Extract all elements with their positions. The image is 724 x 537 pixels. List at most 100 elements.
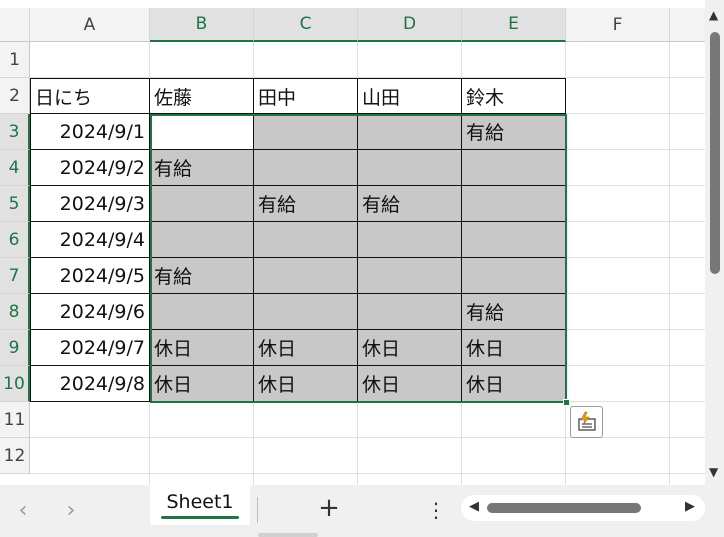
- table-cell[interactable]: 休日: [462, 366, 566, 402]
- table-cell[interactable]: 休日: [462, 330, 566, 366]
- row-header-12[interactable]: 12: [0, 438, 30, 474]
- table-cell[interactable]: [150, 294, 254, 330]
- vertical-scrollbar[interactable]: ▲ ▼: [705, 0, 724, 485]
- date-cell[interactable]: 2024/9/3: [30, 186, 150, 222]
- spreadsheet-grid[interactable]: A B C D E F 1 2 3 4 5 6 7 8 9 10 11 12 日にち 佐藤 田中 山田 鈴木 2024/9/1…: [0, 0, 705, 485]
- quick-analysis-icon[interactable]: [570, 406, 603, 438]
- table-header-cell[interactable]: 佐藤: [150, 78, 254, 114]
- table-cell[interactable]: [254, 222, 358, 258]
- column-header-c[interactable]: C: [254, 8, 358, 42]
- cell[interactable]: [150, 402, 254, 438]
- cell[interactable]: [670, 42, 705, 78]
- more-options-icon[interactable]: ⋮: [424, 495, 448, 525]
- date-cell[interactable]: 2024/9/7: [30, 330, 150, 366]
- table-cell[interactable]: [358, 222, 462, 258]
- table-cell[interactable]: [358, 294, 462, 330]
- row-header-5[interactable]: 5: [0, 186, 30, 222]
- column-header-f[interactable]: F: [566, 8, 670, 42]
- row-header-11[interactable]: 11: [0, 402, 30, 438]
- table-cell[interactable]: 休日: [150, 366, 254, 402]
- prev-sheet-chevron-left-icon[interactable]: ‹: [8, 495, 38, 525]
- table-cell[interactable]: 有給: [150, 258, 254, 294]
- cell[interactable]: [150, 42, 254, 78]
- cell[interactable]: [254, 42, 358, 78]
- row-header-6[interactable]: 6: [0, 222, 30, 258]
- next-sheet-chevron-right-icon[interactable]: ›: [56, 495, 86, 525]
- cell[interactable]: [566, 438, 670, 474]
- table-cell[interactable]: [254, 150, 358, 186]
- cell[interactable]: [670, 150, 705, 186]
- table-cell[interactable]: [358, 150, 462, 186]
- cell[interactable]: [670, 114, 705, 150]
- scroll-up-arrow-icon[interactable]: ▲: [709, 8, 718, 22]
- sheet-tab-sheet1[interactable]: Sheet1: [150, 485, 250, 525]
- column-header-e[interactable]: E: [462, 8, 566, 42]
- table-cell[interactable]: [254, 114, 358, 150]
- horizontal-scroll-thumb[interactable]: [487, 503, 641, 513]
- cell[interactable]: [358, 402, 462, 438]
- row-header-7[interactable]: 7: [0, 258, 30, 294]
- table-cell[interactable]: 有給: [462, 114, 566, 150]
- date-cell[interactable]: 2024/9/4: [30, 222, 150, 258]
- scroll-down-arrow-icon[interactable]: ▼: [709, 465, 718, 479]
- column-header-d[interactable]: D: [358, 8, 462, 42]
- table-cell[interactable]: 有給: [150, 150, 254, 186]
- table-cell[interactable]: [462, 150, 566, 186]
- cell[interactable]: [358, 474, 462, 485]
- cell[interactable]: [566, 222, 670, 258]
- cell[interactable]: [462, 474, 566, 485]
- table-cell[interactable]: [462, 222, 566, 258]
- row-header-3[interactable]: 3: [0, 114, 30, 150]
- table-header-cell[interactable]: 日にち: [30, 78, 150, 114]
- cell[interactable]: [566, 330, 670, 366]
- select-all-corner[interactable]: [0, 8, 30, 42]
- table-cell[interactable]: 有給: [462, 294, 566, 330]
- cell[interactable]: [30, 474, 150, 485]
- table-cell[interactable]: 休日: [150, 330, 254, 366]
- table-cell[interactable]: 有給: [254, 186, 358, 222]
- table-cell[interactable]: [254, 294, 358, 330]
- cell[interactable]: [30, 42, 150, 78]
- cell[interactable]: [358, 438, 462, 474]
- date-cell[interactable]: 2024/9/1: [30, 114, 150, 150]
- table-cell[interactable]: 休日: [254, 366, 358, 402]
- cell[interactable]: [670, 186, 705, 222]
- table-cell[interactable]: [358, 114, 462, 150]
- date-cell[interactable]: 2024/9/6: [30, 294, 150, 330]
- cell[interactable]: [566, 258, 670, 294]
- fill-handle[interactable]: [563, 399, 570, 406]
- cell[interactable]: [566, 78, 670, 114]
- date-cell[interactable]: 2024/9/8: [30, 366, 150, 402]
- table-cell[interactable]: 休日: [358, 330, 462, 366]
- row-header-2[interactable]: 2: [0, 78, 30, 114]
- row-header-4[interactable]: 4: [0, 150, 30, 186]
- cell[interactable]: [566, 474, 670, 485]
- cell[interactable]: [566, 366, 670, 402]
- cell[interactable]: [254, 402, 358, 438]
- table-cell[interactable]: [150, 114, 254, 150]
- table-cell[interactable]: 休日: [358, 366, 462, 402]
- resize-handle[interactable]: [258, 533, 318, 537]
- table-header-cell[interactable]: 鈴木: [462, 78, 566, 114]
- add-sheet-button[interactable]: +: [314, 493, 344, 523]
- cell[interactable]: [462, 42, 566, 78]
- cell[interactable]: [358, 42, 462, 78]
- cell[interactable]: [30, 402, 150, 438]
- row-header-9[interactable]: 9: [0, 330, 30, 366]
- cell[interactable]: [254, 438, 358, 474]
- cell[interactable]: [566, 114, 670, 150]
- table-cell[interactable]: 休日: [254, 330, 358, 366]
- cell[interactable]: [670, 78, 705, 114]
- table-cell[interactable]: 有給: [358, 186, 462, 222]
- table-cell[interactable]: [462, 186, 566, 222]
- cell[interactable]: [670, 438, 705, 474]
- cell[interactable]: [30, 438, 150, 474]
- scroll-right-arrow-icon[interactable]: ▶: [685, 499, 695, 514]
- cell[interactable]: [670, 366, 705, 402]
- cell[interactable]: [566, 150, 670, 186]
- scroll-left-arrow-icon[interactable]: ◀: [469, 499, 479, 514]
- cell[interactable]: [670, 330, 705, 366]
- row-header-8[interactable]: 8: [0, 294, 30, 330]
- row-header-1[interactable]: 1: [0, 42, 30, 78]
- cell[interactable]: [670, 474, 705, 485]
